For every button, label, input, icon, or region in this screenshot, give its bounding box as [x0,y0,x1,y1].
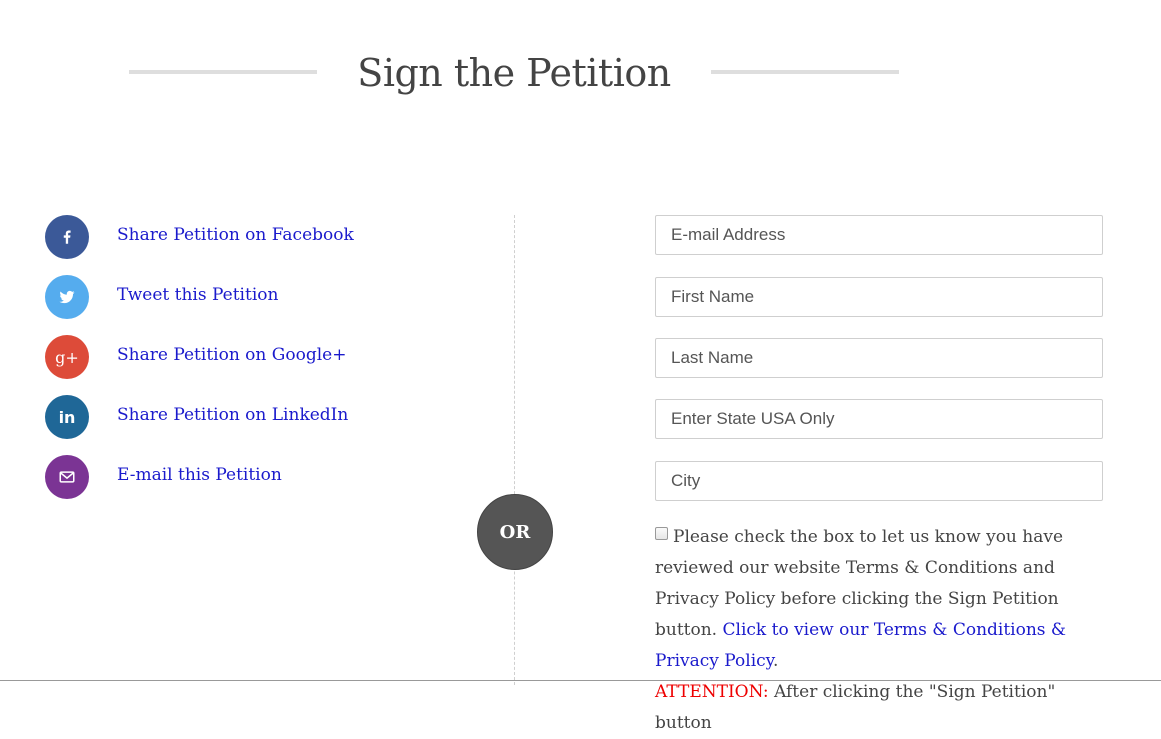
or-badge: OR [477,494,553,570]
city-field[interactable] [655,461,1103,501]
share-google-plus-label: Share Petition on Google+ [117,345,347,365]
consent-period: . [773,651,779,671]
share-facebook-label: Share Petition on Facebook [117,225,354,245]
facebook-icon [45,215,89,259]
linkedin-icon: in [45,395,89,439]
email-field[interactable] [655,215,1103,255]
email-icon [45,455,89,499]
google-plus-icon: g+ [45,335,89,379]
bottom-rule [0,680,1161,681]
first-name-field[interactable] [655,277,1103,317]
share-linkedin-link[interactable]: in Share Petition on LinkedIn [45,395,465,439]
twitter-icon [45,275,89,319]
share-email-label: E-mail this Petition [117,465,282,485]
share-facebook-link[interactable]: Share Petition on Facebook [45,215,465,259]
page-title: Sign the Petition [357,51,671,95]
share-google-plus-link[interactable]: g+ Share Petition on Google+ [45,335,465,379]
share-twitter-link[interactable]: Tweet this Petition [45,275,465,319]
terms-checkbox[interactable] [655,527,668,540]
share-linkedin-label: Share Petition on LinkedIn [117,405,349,425]
state-field[interactable] [655,399,1103,439]
section-header: Sign the Petition [0,46,1161,100]
consent-block: Please check the box to let us know you … [655,522,1110,739]
title-divider-left [129,70,317,74]
attention-label: ATTENTION: [655,682,769,702]
share-email-link[interactable]: E-mail this Petition [45,455,465,499]
last-name-field[interactable] [655,338,1103,378]
column-divider [514,215,515,685]
title-divider-right [711,70,899,74]
terms-link[interactable]: Click to view our Terms & Conditions & P… [655,620,1066,671]
share-twitter-label: Tweet this Petition [117,285,279,305]
